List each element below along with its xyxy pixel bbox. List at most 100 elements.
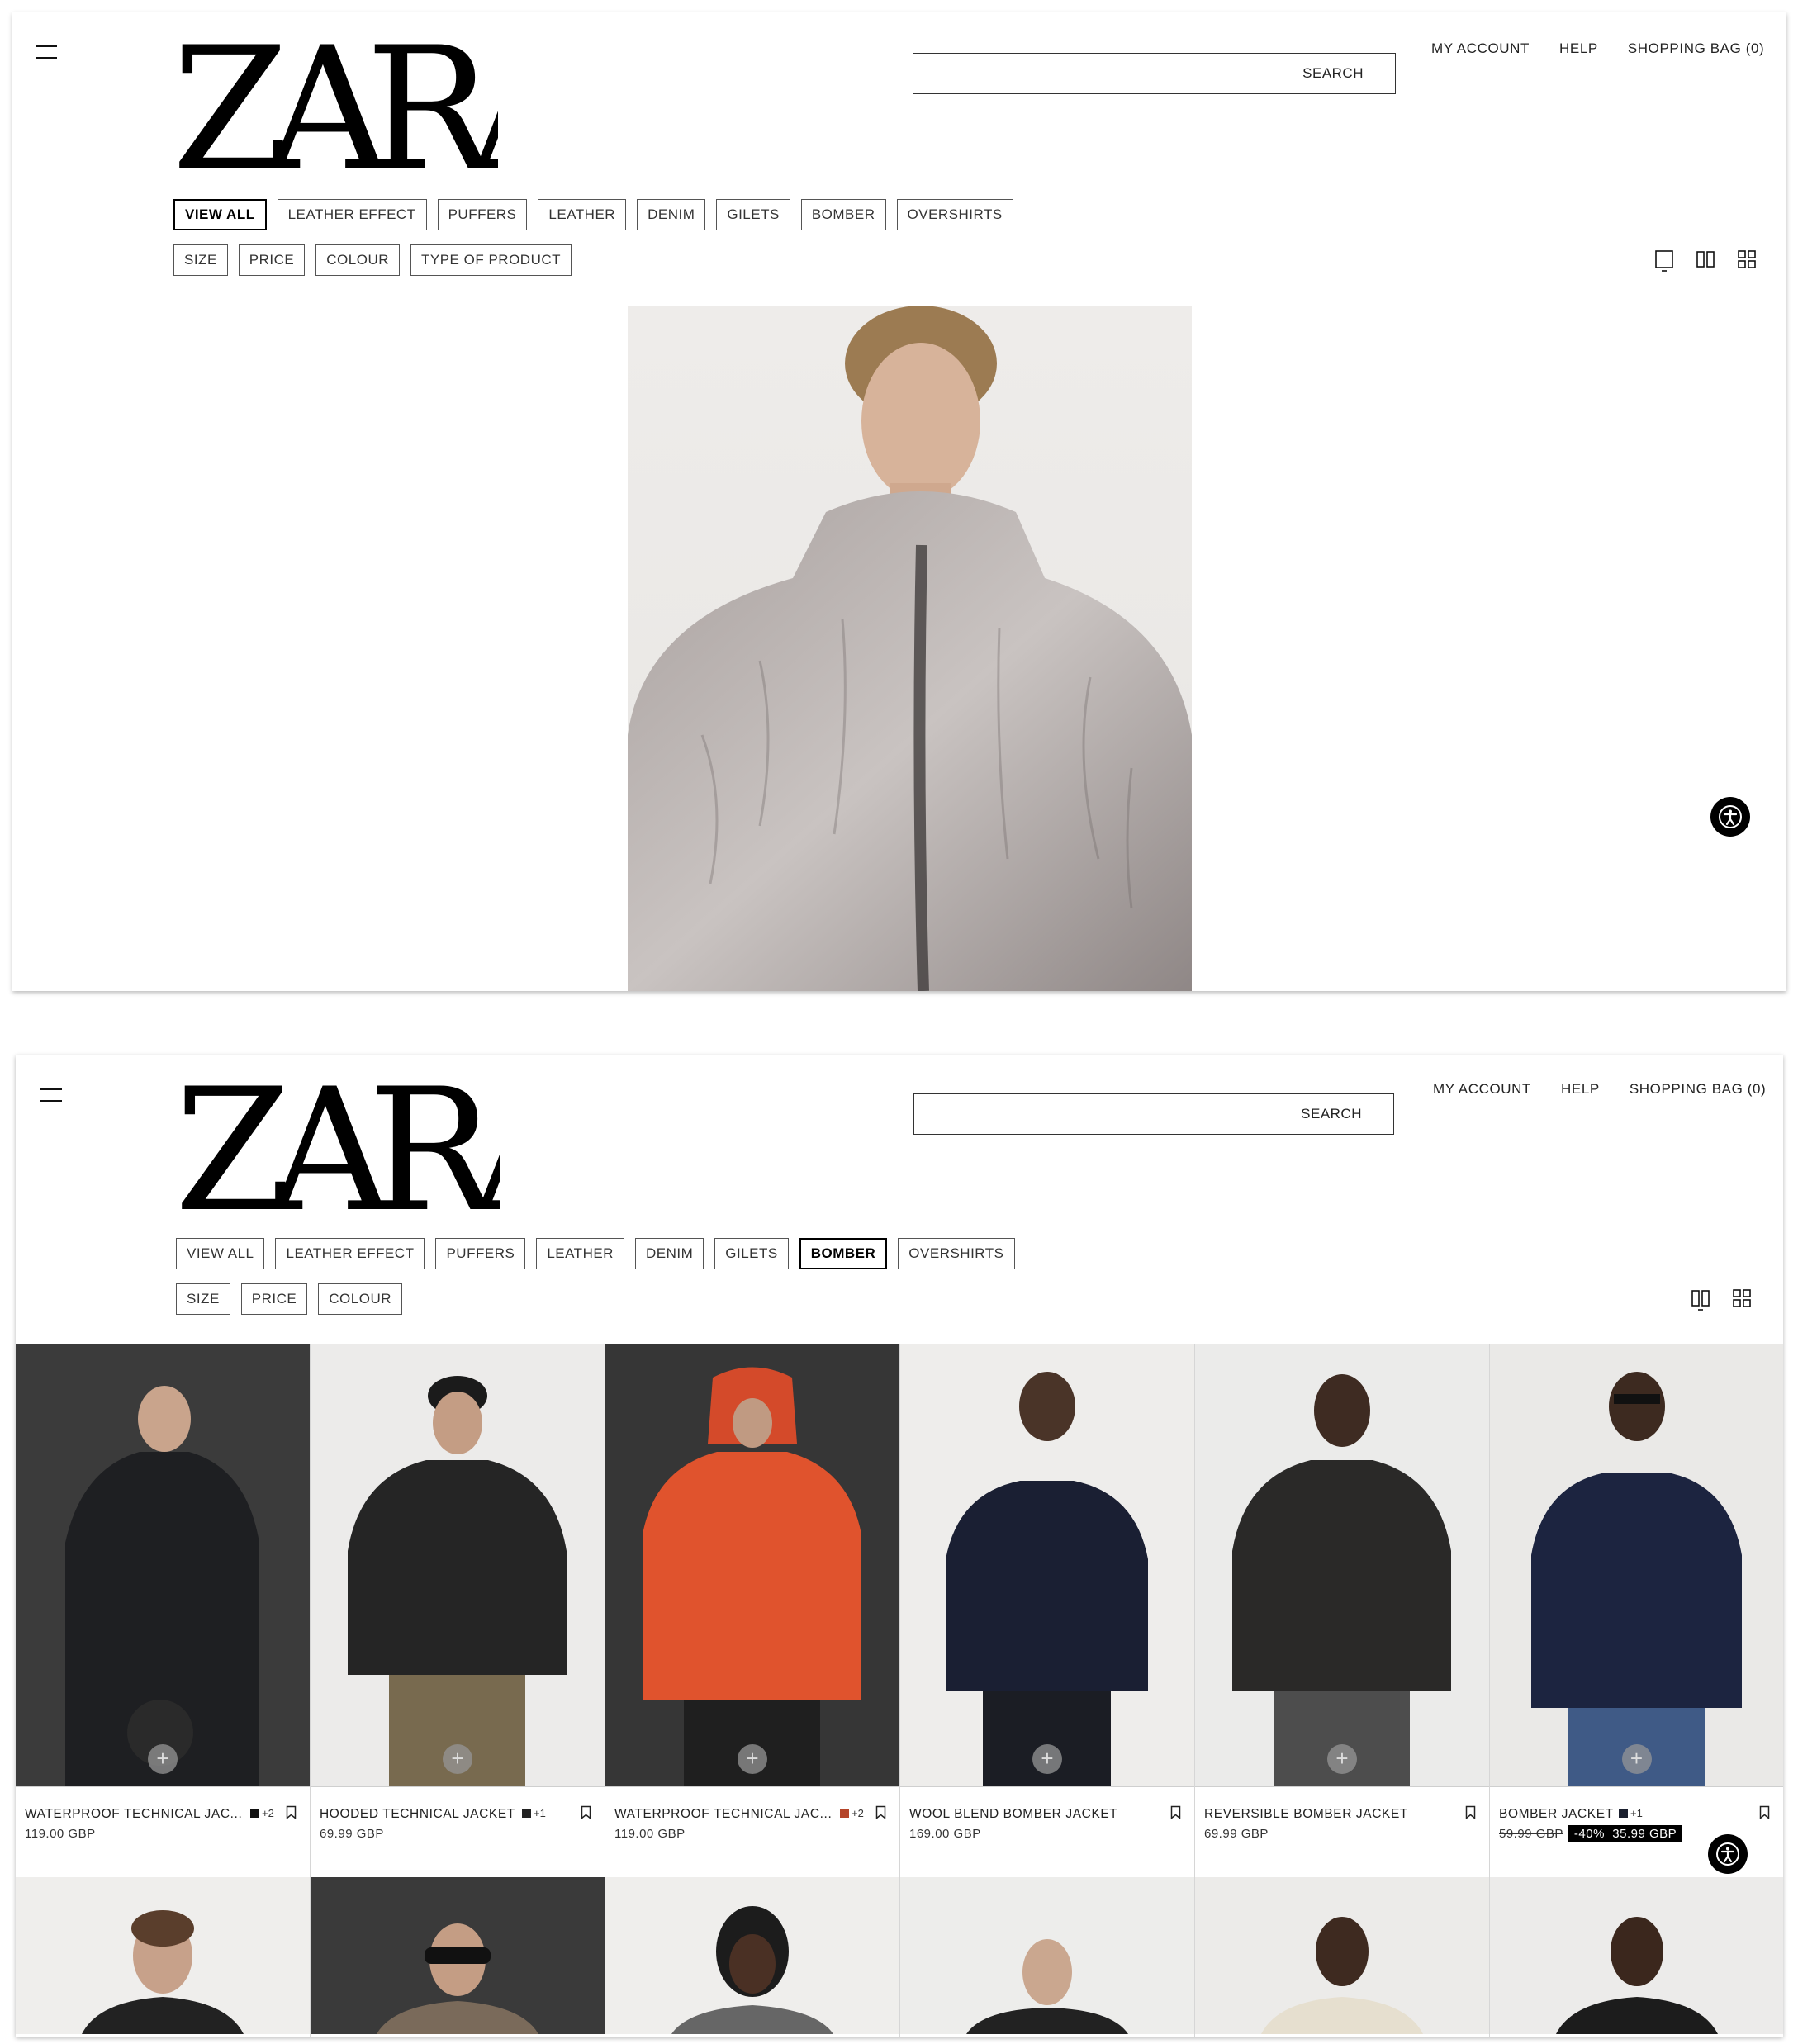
product-card[interactable]: + BOMBER JACKET +1 59.99 GBP -40% 35.99 G…: [1490, 1344, 1783, 1877]
tab-leather-effect[interactable]: LEATHER EFFECT: [275, 1238, 425, 1269]
four-grid-view-icon[interactable]: [1732, 1288, 1752, 1308]
product-card[interactable]: + WATERPROOF TECHNICAL JAC... +2 119.00 …: [16, 1344, 311, 1877]
colour-swatch: [250, 1809, 259, 1818]
product-image[interactable]: [1195, 1877, 1489, 2034]
tab-leather-effect[interactable]: LEATHER EFFECT: [277, 199, 427, 230]
product-image[interactable]: [16, 1877, 310, 2034]
add-to-bag-icon[interactable]: +: [1327, 1744, 1357, 1774]
product-card[interactable]: [1490, 1877, 1783, 2037]
two-column-view-icon[interactable]: [1696, 249, 1715, 269]
bookmark-icon[interactable]: [286, 1805, 297, 1819]
product-image[interactable]: [1490, 1344, 1783, 1786]
add-to-bag-icon[interactable]: +: [1621, 1744, 1652, 1774]
filter-price[interactable]: PRICE: [238, 244, 306, 276]
catalog-bomber-panel: ZARA SEARCH MY ACCOUNT HELP SHOPPING BAG…: [16, 1055, 1783, 2037]
tab-view-all[interactable]: VIEW ALL: [176, 1238, 265, 1269]
my-account-link[interactable]: MY ACCOUNT: [1433, 1081, 1531, 1098]
filter-size[interactable]: SIZE: [176, 1283, 230, 1315]
product-image[interactable]: [311, 1344, 605, 1786]
product-sale-price: 35.99 GBP: [1612, 1827, 1677, 1841]
shopping-bag-link[interactable]: SHOPPING BAG (0): [1628, 40, 1764, 57]
colour-swatches[interactable]: +2: [250, 1807, 274, 1819]
filter-colour[interactable]: COLOUR: [315, 244, 400, 276]
accessibility-icon[interactable]: [1710, 797, 1750, 837]
tab-denim[interactable]: DENIM: [637, 199, 706, 230]
more-colours: +2: [262, 1807, 274, 1819]
tab-leather[interactable]: LEATHER: [536, 1238, 624, 1269]
add-to-bag-icon[interactable]: +: [738, 1744, 767, 1774]
product-name[interactable]: WATERPROOF TECHNICAL JAC...: [614, 1807, 832, 1822]
tab-overshirts[interactable]: OVERSHIRTS: [896, 199, 1013, 230]
category-tabs: VIEW ALL LEATHER EFFECT PUFFERS LEATHER …: [173, 199, 1013, 230]
tab-bomber[interactable]: BOMBER: [799, 1238, 888, 1269]
four-grid-view-icon[interactable]: [1737, 249, 1757, 269]
product-name[interactable]: HOODED TECHNICAL JACKET: [320, 1807, 515, 1822]
add-to-bag-icon[interactable]: +: [148, 1744, 178, 1774]
bookmark-icon[interactable]: [1465, 1805, 1476, 1819]
colour-swatches[interactable]: +2: [840, 1807, 864, 1819]
zara-logo[interactable]: ZARA: [174, 1077, 500, 1221]
bookmark-icon[interactable]: [1759, 1805, 1770, 1819]
search-input[interactable]: SEARCH: [913, 1093, 1394, 1135]
product-image[interactable]: [1490, 1877, 1783, 2034]
two-column-view-icon[interactable]: [1691, 1288, 1710, 1311]
bookmark-icon[interactable]: [875, 1805, 886, 1819]
zara-logo[interactable]: ZARA: [172, 36, 498, 180]
product-image[interactable]: [605, 1344, 899, 1786]
my-account-link[interactable]: MY ACCOUNT: [1431, 40, 1530, 57]
search-input[interactable]: SEARCH: [913, 53, 1396, 94]
filter-colour[interactable]: COLOUR: [318, 1283, 402, 1315]
faux-fur-jacket-model-image: [628, 306, 1192, 991]
tab-gilets[interactable]: GILETS: [716, 199, 790, 230]
bookmark-icon[interactable]: [581, 1805, 591, 1819]
tab-puffers[interactable]: PUFFERS: [435, 1238, 526, 1269]
tab-puffers[interactable]: PUFFERS: [437, 199, 528, 230]
product-card[interactable]: + WOOL BLEND BOMBER JACKET 169.00 GBP: [900, 1344, 1195, 1877]
product-name[interactable]: WATERPROOF TECHNICAL JAC...: [25, 1807, 242, 1822]
product-card[interactable]: [16, 1877, 311, 2037]
catalog-view-all-panel: ZARA SEARCH MY ACCOUNT HELP SHOPPING BAG…: [12, 12, 1786, 991]
tab-view-all[interactable]: VIEW ALL: [173, 199, 267, 230]
tab-leather[interactable]: LEATHER: [538, 199, 627, 230]
product-name[interactable]: REVERSIBLE BOMBER JACKET: [1204, 1807, 1408, 1822]
product-image[interactable]: [1195, 1344, 1489, 1786]
product-name[interactable]: WOOL BLEND BOMBER JACKET: [909, 1807, 1117, 1822]
tab-denim[interactable]: DENIM: [634, 1238, 704, 1269]
product-card[interactable]: [900, 1877, 1195, 2037]
tab-overshirts[interactable]: OVERSHIRTS: [898, 1238, 1015, 1269]
product-image[interactable]: [900, 1344, 1194, 1786]
product-image[interactable]: [311, 1877, 605, 2034]
filter-type-of-product[interactable]: TYPE OF PRODUCT: [410, 244, 572, 276]
top-nav: MY ACCOUNT HELP SHOPPING BAG (0): [1431, 40, 1764, 57]
shopping-bag-link[interactable]: SHOPPING BAG (0): [1630, 1081, 1766, 1098]
add-to-bag-icon[interactable]: +: [1032, 1744, 1062, 1774]
accessibility-icon[interactable]: [1708, 1834, 1748, 1874]
help-link[interactable]: HELP: [1561, 1081, 1600, 1098]
product-info: WOOL BLEND BOMBER JACKET 169.00 GBP: [900, 1786, 1194, 1877]
colour-swatches[interactable]: +1: [1619, 1807, 1643, 1819]
single-view-icon[interactable]: [1654, 249, 1674, 272]
product-card[interactable]: [1195, 1877, 1490, 2037]
product-card[interactable]: + REVERSIBLE BOMBER JACKET 69.99 GBP: [1195, 1344, 1490, 1877]
search-label: SEARCH: [1301, 1106, 1362, 1122]
product-card[interactable]: [605, 1877, 900, 2037]
bookmark-icon[interactable]: [1170, 1805, 1181, 1819]
colour-swatches[interactable]: +1: [522, 1807, 546, 1819]
product-image[interactable]: [900, 1877, 1194, 2034]
filter-price[interactable]: PRICE: [240, 1283, 308, 1315]
tab-bomber[interactable]: BOMBER: [800, 199, 886, 230]
hero-product-image[interactable]: [628, 306, 1192, 991]
product-name[interactable]: BOMBER JACKET: [1499, 1807, 1614, 1822]
add-to-bag-icon[interactable]: +: [443, 1744, 472, 1774]
filter-size[interactable]: SIZE: [173, 244, 228, 276]
tab-gilets[interactable]: GILETS: [714, 1238, 789, 1269]
product-price: 69.99 GBP: [320, 1827, 384, 1841]
product-card[interactable]: + HOODED TECHNICAL JACKET +1 69.99 GBP: [311, 1344, 605, 1877]
product-image[interactable]: [16, 1344, 310, 1786]
product-card[interactable]: + WATERPROOF TECHNICAL JAC... +2 119.00 …: [605, 1344, 900, 1877]
menu-hamburger-icon[interactable]: [36, 43, 57, 61]
menu-hamburger-icon[interactable]: [40, 1086, 62, 1104]
product-image[interactable]: [605, 1877, 899, 2034]
product-card[interactable]: [311, 1877, 605, 2037]
help-link[interactable]: HELP: [1559, 40, 1598, 57]
